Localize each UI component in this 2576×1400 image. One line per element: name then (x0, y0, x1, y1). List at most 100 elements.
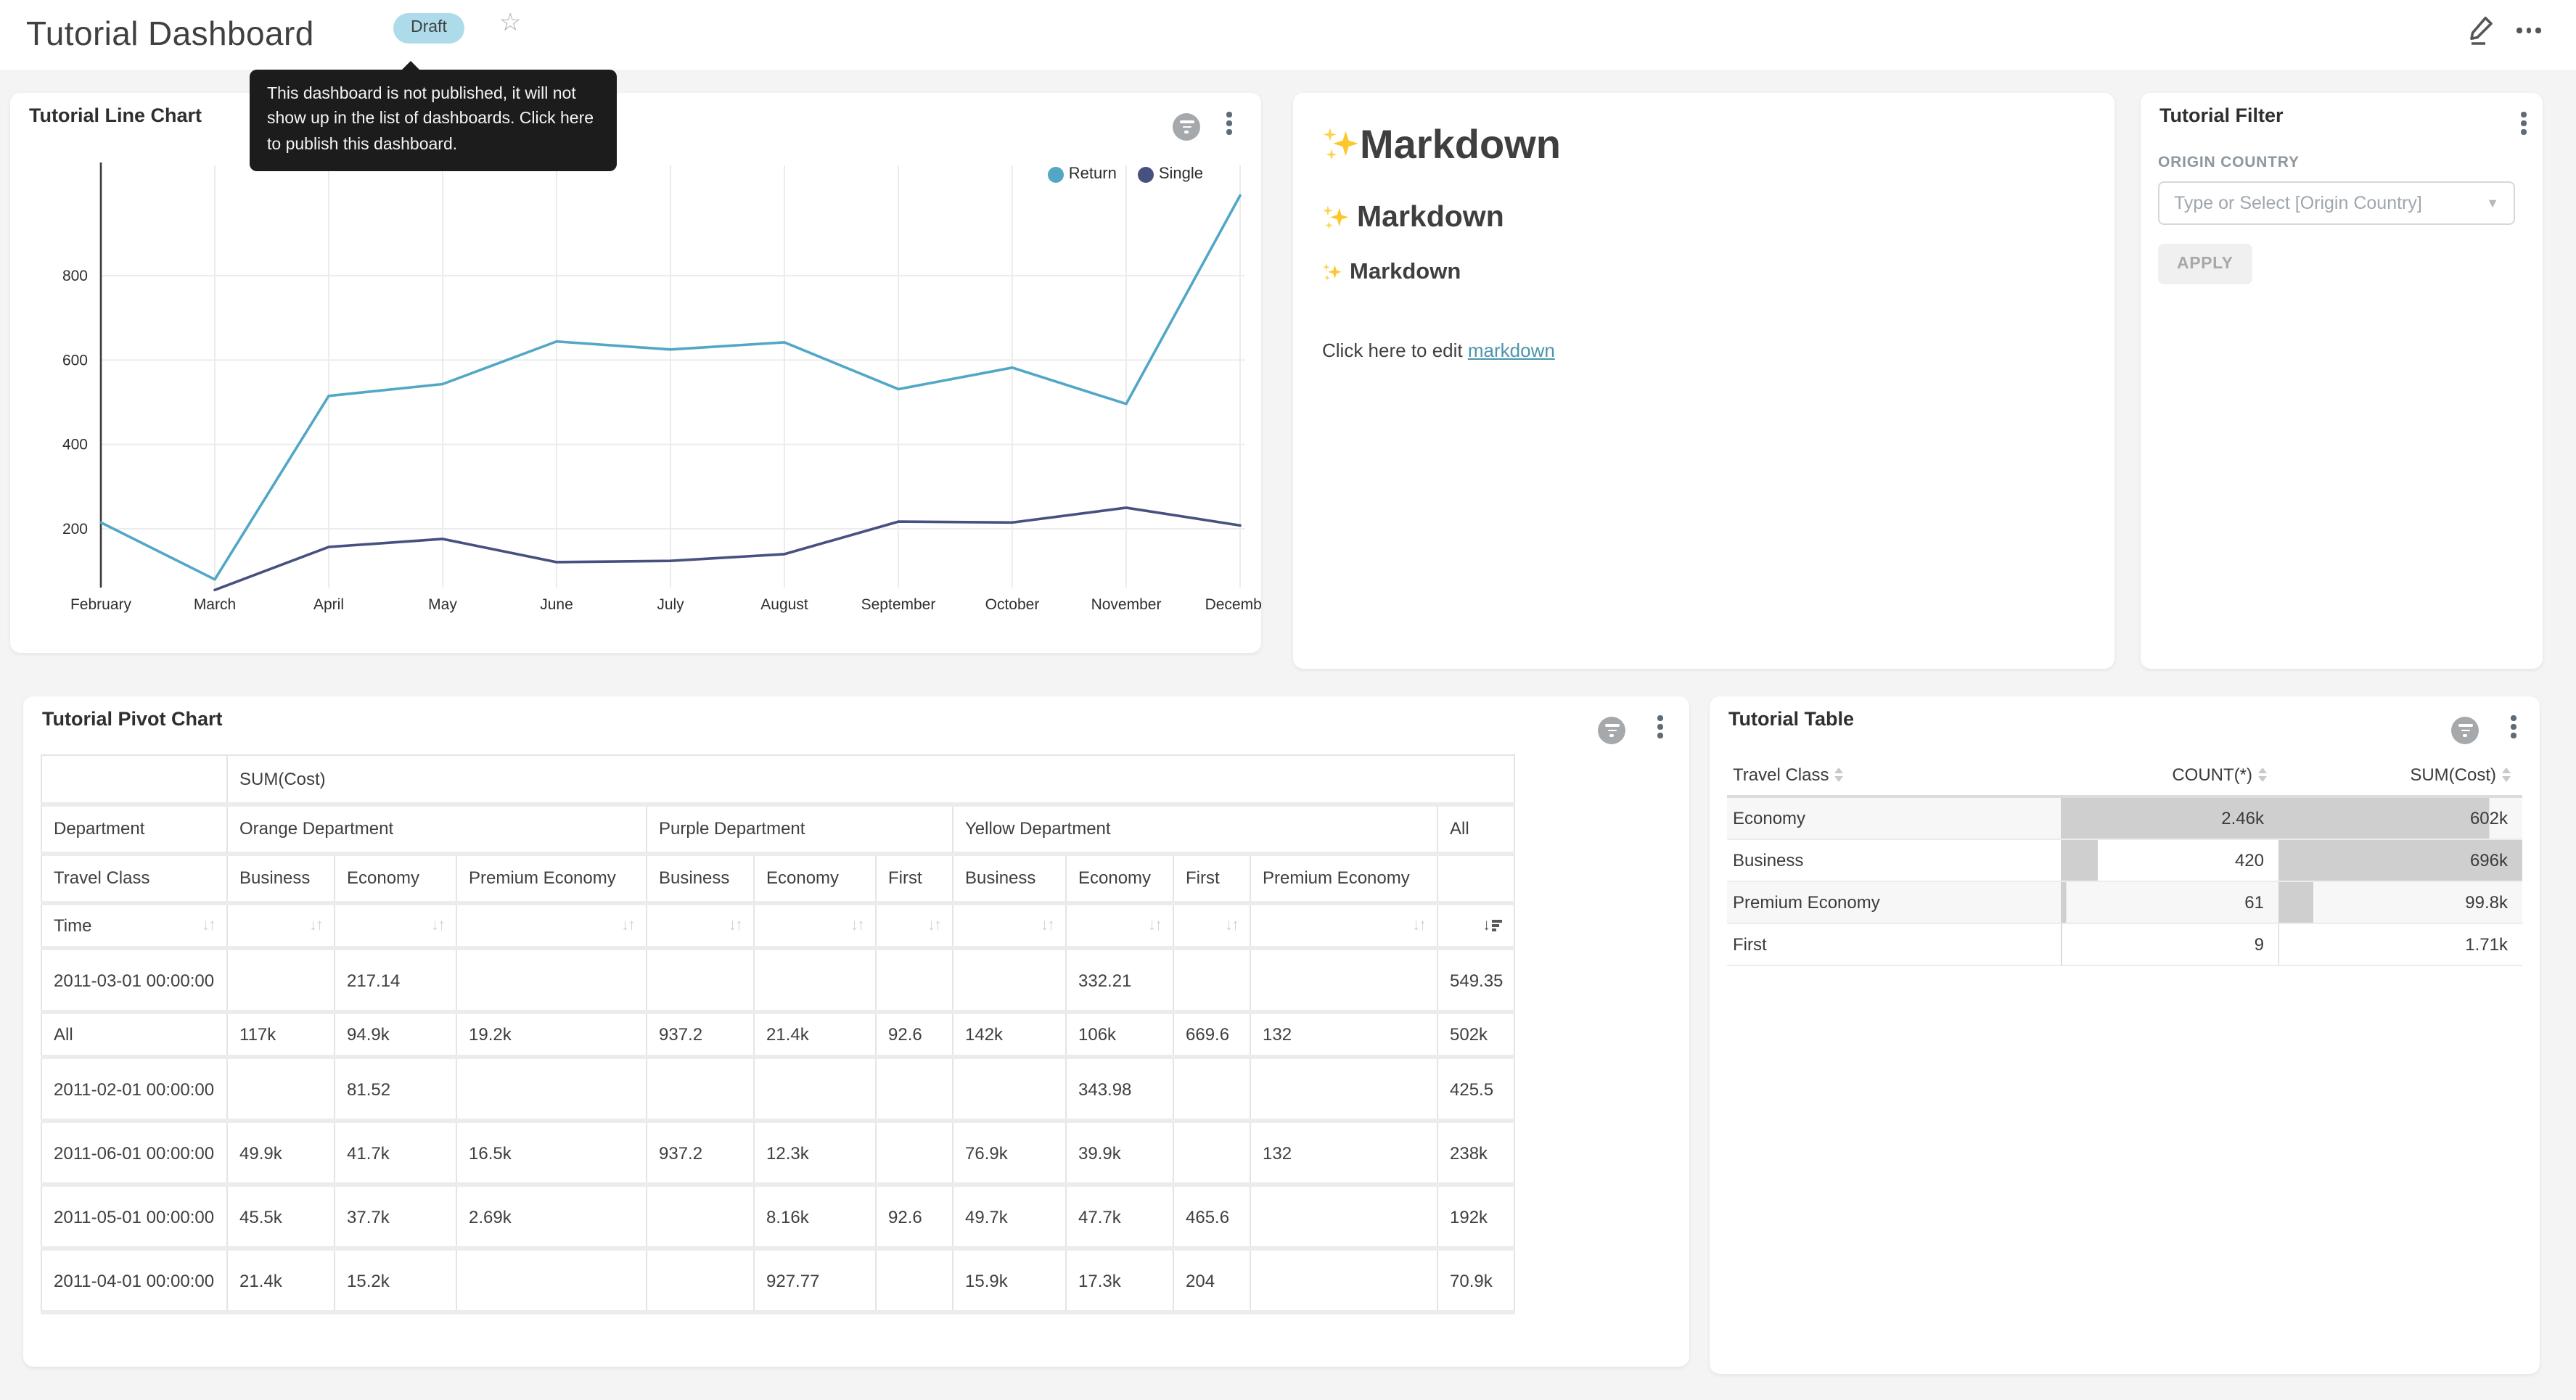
cell-travel-class: First (1727, 923, 2061, 965)
cell-count: 9 (2061, 923, 2278, 965)
sort-caret-icon[interactable] (2502, 767, 2511, 782)
pivot-class-col: Economy (1066, 854, 1173, 903)
pivot-cell: 45.5k (227, 1185, 335, 1249)
sort-icon[interactable]: ↓↑ (431, 915, 444, 936)
origin-country-select[interactable]: Type or Select [Origin Country] ▼ (2158, 181, 2515, 225)
pivot-cell (1250, 1185, 1437, 1249)
pivot-class-col: Business (953, 854, 1066, 903)
chart-menu-icon[interactable] (1657, 715, 1663, 738)
pivot-department-group: Yellow Department (953, 804, 1437, 854)
pivot-cell: 8.16k (754, 1185, 876, 1249)
sort-icon[interactable]: ↓↑ (1412, 915, 1425, 936)
pivot-cell (647, 1249, 754, 1313)
pivot-cell (647, 948, 754, 1012)
pivot-cell: 927.77 (754, 1249, 876, 1313)
sort-icon[interactable]: ↓↑ (621, 915, 634, 936)
markdown-h2: Markdown (1322, 200, 2085, 235)
pivot-cell: 19.2k (456, 1012, 647, 1057)
pivot-metric-label: SUM(Cost) (227, 755, 1514, 804)
cell-count: 61 (2061, 881, 2278, 923)
pivot-cell: 142k (953, 1012, 1066, 1057)
pivot-class-row: Travel ClassBusinessEconomyPremium Econo… (41, 854, 1514, 903)
apply-button[interactable]: APPLY (2158, 244, 2252, 284)
pivot-cell: 549.35 (1437, 948, 1514, 1012)
pivot-cell: 81.52 (335, 1058, 456, 1121)
draft-status-badge[interactable]: Draft (393, 13, 464, 44)
favorite-star-icon[interactable]: ☆ (499, 9, 522, 38)
sort-icon[interactable]: ↓↑ (202, 915, 215, 936)
tooltip-text: This dashboard is not published, it will… (267, 86, 594, 153)
pivot-cell (876, 1249, 953, 1313)
pivot-department-group: Orange Department (227, 804, 647, 854)
pivot-cell (1250, 1249, 1437, 1313)
cell-travel-class: Premium Economy (1727, 881, 2061, 923)
sort-desc-icon[interactable]: ↓ (1482, 915, 1502, 936)
cell-sum-cost: 696k (2278, 839, 2522, 881)
edit-dashboard-icon[interactable] (2467, 13, 2496, 45)
svg-text:June: June (540, 596, 573, 613)
table-card: Tutorial Table Travel ClassCOUNT(*)SUM(C… (1710, 696, 2540, 1374)
pivot-cell (876, 948, 953, 1012)
dashboard-header: Tutorial Dashboard Draft ☆ (0, 0, 2576, 70)
pivot-department-row: DepartmentOrange DepartmentPurple Depart… (41, 804, 1514, 854)
dashboard-menu-icon[interactable] (2516, 28, 2540, 33)
col-count[interactable]: COUNT(*) (2061, 754, 2278, 796)
pivot-cell: 41.7k (335, 1121, 456, 1185)
pivot-cell: 132 (1250, 1121, 1437, 1185)
col-travel-class[interactable]: Travel Class (1727, 754, 2061, 796)
cell-sum-cost: 602k (2278, 796, 2522, 839)
pivot-cell: 21.4k (754, 1012, 876, 1057)
table-row[interactable]: Business420696k (1727, 839, 2522, 881)
svg-text:400: 400 (62, 437, 88, 453)
pivot-row: 2011-06-01 00:00:0049.9k41.7k16.5k937.21… (41, 1121, 1514, 1185)
sort-caret-icon[interactable] (2258, 767, 2267, 782)
publish-tooltip[interactable]: This dashboard is not published, it will… (250, 70, 617, 171)
pivot-cell (1173, 948, 1250, 1012)
sort-icon[interactable]: ↓↑ (1148, 915, 1161, 936)
pivot-cell: 238k (1437, 1121, 1514, 1185)
markdown-h3: Markdown (1322, 260, 2085, 286)
pivot-cell (876, 1121, 953, 1185)
applied-filters-icon[interactable] (2451, 717, 2479, 744)
pivot-class-col: First (1173, 854, 1250, 903)
sort-caret-icon[interactable] (1834, 767, 1843, 782)
pivot-cell (953, 1058, 1066, 1121)
sort-icon[interactable]: ↓↑ (850, 915, 864, 936)
pivot-cell: 937.2 (647, 1121, 754, 1185)
svg-text:September: September (861, 596, 936, 613)
cell-count: 420 (2061, 839, 2278, 881)
col-sum-cost[interactable]: SUM(Cost) (2278, 754, 2522, 796)
pivot-cell: 49.9k (227, 1121, 335, 1185)
sort-icon[interactable]: ↓↑ (309, 915, 322, 936)
filter-menu-icon[interactable] (2521, 112, 2527, 134)
pivot-class-col: First (876, 854, 953, 903)
pivot-cell: 217.14 (335, 948, 456, 1012)
table-row[interactable]: First91.71k (1727, 923, 2522, 965)
table-row[interactable]: Premium Economy6199.8k (1727, 881, 2522, 923)
chevron-down-icon: ▼ (2486, 196, 2499, 210)
pivot-cell: 49.7k (953, 1185, 1066, 1249)
chart-menu-icon[interactable] (2511, 715, 2516, 738)
pivot-class-col: Premium Economy (456, 854, 647, 903)
pivot-class-col: Premium Economy (1250, 854, 1437, 903)
pivot-time-label: Time (54, 914, 91, 937)
pivot-cell: 39.9k (1066, 1121, 1173, 1185)
sort-icon[interactable]: ↓↑ (729, 915, 742, 936)
line-chart-plot[interactable]: 200400600800FebruaryMarchAprilMayJuneJul… (10, 93, 1261, 653)
sort-icon[interactable]: ↓↑ (1225, 915, 1238, 936)
pivot-cell (647, 1058, 754, 1121)
markdown-h1: Markdown (1322, 122, 2085, 168)
sort-icon[interactable]: ↓↑ (1041, 915, 1054, 936)
pivot-row: 2011-02-01 00:00:0081.52343.98425.5 (41, 1058, 1514, 1121)
applied-filters-icon[interactable] (1598, 717, 1625, 744)
pivot-cell: 76.9k (953, 1121, 1066, 1185)
sort-icon[interactable]: ↓↑ (927, 915, 940, 936)
pivot-cell (647, 1185, 754, 1249)
pivot-cell: 2.69k (456, 1185, 647, 1249)
markdown-edit-link[interactable]: markdown (1468, 339, 1555, 361)
filter-card: Tutorial Filter ORIGIN COUNTRY Type or S… (2141, 93, 2543, 669)
table-row[interactable]: Economy2.46k602k (1727, 796, 2522, 839)
pivot-cell: 132 (1250, 1012, 1437, 1057)
pivot-sort-row: Time ↓↑ ↓↑ ↓↑ ↓↑ ↓↑ ↓↑ ↓↑ ↓↑ ↓↑ ↓↑ ↓↑ ↓ (41, 903, 1514, 948)
pivot-cell: 15.2k (335, 1249, 456, 1313)
